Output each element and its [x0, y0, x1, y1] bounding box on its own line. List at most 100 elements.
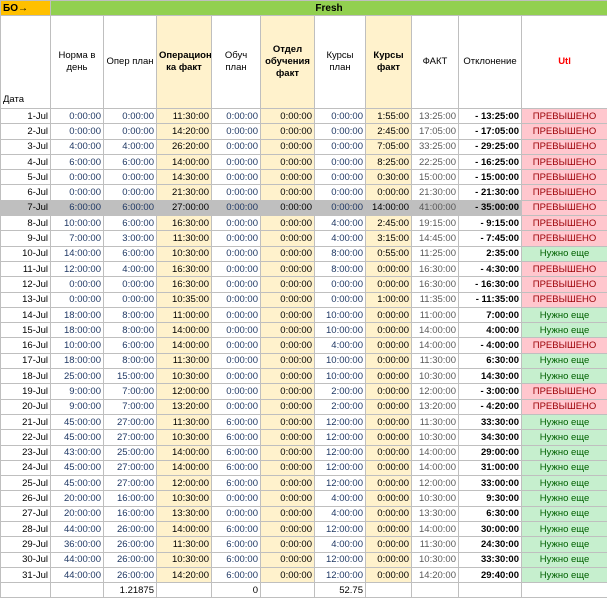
- cell-fact[interactable]: 12:00:00: [412, 384, 459, 399]
- cell-deviation[interactable]: - 17:05:00: [459, 124, 522, 139]
- cell-norm[interactable]: 44:00:00: [51, 552, 104, 567]
- cell-fact[interactable]: 13:30:00: [412, 506, 459, 521]
- cell-deviation[interactable]: 14:30:00: [459, 369, 522, 384]
- cell-fact[interactable]: 14:00:00: [412, 522, 459, 537]
- cell-course-plan[interactable]: 4:00:00: [315, 231, 366, 246]
- cell-oper-fact[interactable]: 14:00:00: [157, 338, 212, 353]
- cell-status[interactable]: ПРЕВЫШЕНО: [522, 277, 607, 292]
- cell-oper-plan[interactable]: 8:00:00: [104, 307, 157, 322]
- cell-course-plan[interactable]: 8:00:00: [315, 261, 366, 276]
- cell-oper-plan[interactable]: 7:00:00: [104, 384, 157, 399]
- cell-fact[interactable]: 16:30:00: [412, 261, 459, 276]
- cell-deviation[interactable]: - 4:00:00: [459, 338, 522, 353]
- cell-oper-plan[interactable]: 27:00:00: [104, 414, 157, 429]
- cell-date[interactable]: 25-Jul: [1, 476, 51, 491]
- cell-norm[interactable]: 10:00:00: [51, 338, 104, 353]
- cell-course-fact[interactable]: 0:00:00: [366, 414, 412, 429]
- cell-oper-fact[interactable]: 10:30:00: [157, 552, 212, 567]
- cell-status[interactable]: Нужно еще: [522, 506, 607, 521]
- cell-oper-plan[interactable]: 6:00:00: [104, 246, 157, 261]
- cell-oper-plan[interactable]: 0:00:00: [104, 124, 157, 139]
- cell-norm[interactable]: 44:00:00: [51, 522, 104, 537]
- cell-course-fact[interactable]: 2:45:00: [366, 216, 412, 231]
- cell-date[interactable]: 22-Jul: [1, 430, 51, 445]
- cell-oper-plan[interactable]: 27:00:00: [104, 430, 157, 445]
- cell-fact[interactable]: 13:20:00: [412, 399, 459, 414]
- cell-status[interactable]: ПРЕВЫШЕНО: [522, 170, 607, 185]
- total-cell-empty[interactable]: [51, 583, 104, 598]
- header-utl[interactable]: Utl: [522, 16, 607, 109]
- cell-deviation[interactable]: 6:30:00: [459, 506, 522, 521]
- cell-train-plan[interactable]: 6:00:00: [212, 460, 261, 475]
- cell-status[interactable]: ПРЕВЫШЕНО: [522, 338, 607, 353]
- cell-train-fact[interactable]: 0:00:00: [261, 353, 315, 368]
- cell-train-fact[interactable]: 0:00:00: [261, 307, 315, 322]
- cell-date[interactable]: 27-Jul: [1, 506, 51, 521]
- cell-train-plan[interactable]: 0:00:00: [212, 353, 261, 368]
- cell-train-fact[interactable]: 0:00:00: [261, 522, 315, 537]
- cell-course-fact[interactable]: 0:00:00: [366, 522, 412, 537]
- cell-fact[interactable]: 14:00:00: [412, 323, 459, 338]
- cell-norm[interactable]: 0:00:00: [51, 277, 104, 292]
- cell-course-fact[interactable]: 0:00:00: [366, 323, 412, 338]
- cell-course-plan[interactable]: 12:00:00: [315, 414, 366, 429]
- cell-deviation[interactable]: - 7:45:00: [459, 231, 522, 246]
- cell-course-fact[interactable]: 14:00:00: [366, 200, 412, 215]
- cell-status[interactable]: ПРЕВЫШЕНО: [522, 109, 607, 124]
- cell-deviation[interactable]: - 4:20:00: [459, 399, 522, 414]
- cell-course-fact[interactable]: 0:00:00: [366, 476, 412, 491]
- cell-train-fact[interactable]: 0:00:00: [261, 216, 315, 231]
- cell-train-plan[interactable]: 0:00:00: [212, 200, 261, 215]
- cell-course-fact[interactable]: 0:00:00: [366, 552, 412, 567]
- cell-oper-fact[interactable]: 11:30:00: [157, 231, 212, 246]
- cell-train-plan[interactable]: 0:00:00: [212, 246, 261, 261]
- cell-course-fact[interactable]: 0:00:00: [366, 185, 412, 200]
- cell-course-plan[interactable]: 0:00:00: [315, 277, 366, 292]
- cell-date[interactable]: 29-Jul: [1, 537, 51, 552]
- cell-course-fact[interactable]: 0:00:00: [366, 353, 412, 368]
- cell-date[interactable]: 13-Jul: [1, 292, 51, 307]
- cell-norm[interactable]: 6:00:00: [51, 154, 104, 169]
- cell-norm[interactable]: 20:00:00: [51, 506, 104, 521]
- cell-train-plan[interactable]: 0:00:00: [212, 216, 261, 231]
- cell-status[interactable]: ПРЕВЫШЕНО: [522, 185, 607, 200]
- cell-course-plan[interactable]: 2:00:00: [315, 384, 366, 399]
- cell-oper-plan[interactable]: 26:00:00: [104, 522, 157, 537]
- cell-train-plan[interactable]: 0:00:00: [212, 323, 261, 338]
- cell-train-plan[interactable]: 0:00:00: [212, 491, 261, 506]
- cell-course-fact[interactable]: 0:00:00: [366, 460, 412, 475]
- cell-date[interactable]: 6-Jul: [1, 185, 51, 200]
- cell-train-plan[interactable]: 0:00:00: [212, 124, 261, 139]
- cell-status[interactable]: Нужно еще: [522, 460, 607, 475]
- cell-fact[interactable]: 14:00:00: [412, 445, 459, 460]
- cell-status[interactable]: ПРЕВЫШЕНО: [522, 216, 607, 231]
- cell-oper-fact[interactable]: 11:30:00: [157, 109, 212, 124]
- cell-course-plan[interactable]: 8:00:00: [315, 246, 366, 261]
- cell-course-plan[interactable]: 0:00:00: [315, 292, 366, 307]
- cell-fact[interactable]: 10:30:00: [412, 552, 459, 567]
- cell-course-plan[interactable]: 12:00:00: [315, 522, 366, 537]
- cell-date[interactable]: 9-Jul: [1, 231, 51, 246]
- cell-train-plan[interactable]: 0:00:00: [212, 170, 261, 185]
- cell-norm[interactable]: 18:00:00: [51, 353, 104, 368]
- cell-oper-fact[interactable]: 14:30:00: [157, 170, 212, 185]
- cell-train-plan[interactable]: 6:00:00: [212, 522, 261, 537]
- cell-fact[interactable]: 10:30:00: [412, 491, 459, 506]
- cell-fact[interactable]: 11:00:00: [412, 307, 459, 322]
- cell-date[interactable]: 1-Jul: [1, 109, 51, 124]
- cell-norm[interactable]: 0:00:00: [51, 185, 104, 200]
- cell-status[interactable]: ПРЕВЫШЕНО: [522, 154, 607, 169]
- cell-deviation[interactable]: - 16:25:00: [459, 154, 522, 169]
- cell-status[interactable]: Нужно еще: [522, 307, 607, 322]
- cell-norm[interactable]: 45:00:00: [51, 460, 104, 475]
- cell-deviation[interactable]: 2:35:00: [459, 246, 522, 261]
- cell-deviation[interactable]: - 35:00:00: [459, 200, 522, 215]
- cell-train-fact[interactable]: 0:00:00: [261, 231, 315, 246]
- cell-oper-fact[interactable]: 10:30:00: [157, 430, 212, 445]
- cell-oper-fact[interactable]: 14:20:00: [157, 567, 212, 582]
- total-train-plan[interactable]: 0: [212, 583, 261, 598]
- cell-oper-plan[interactable]: 26:00:00: [104, 567, 157, 582]
- banner-label-bo[interactable]: БО→: [1, 1, 51, 16]
- cell-train-plan[interactable]: 0:00:00: [212, 185, 261, 200]
- cell-oper-fact[interactable]: 11:00:00: [157, 307, 212, 322]
